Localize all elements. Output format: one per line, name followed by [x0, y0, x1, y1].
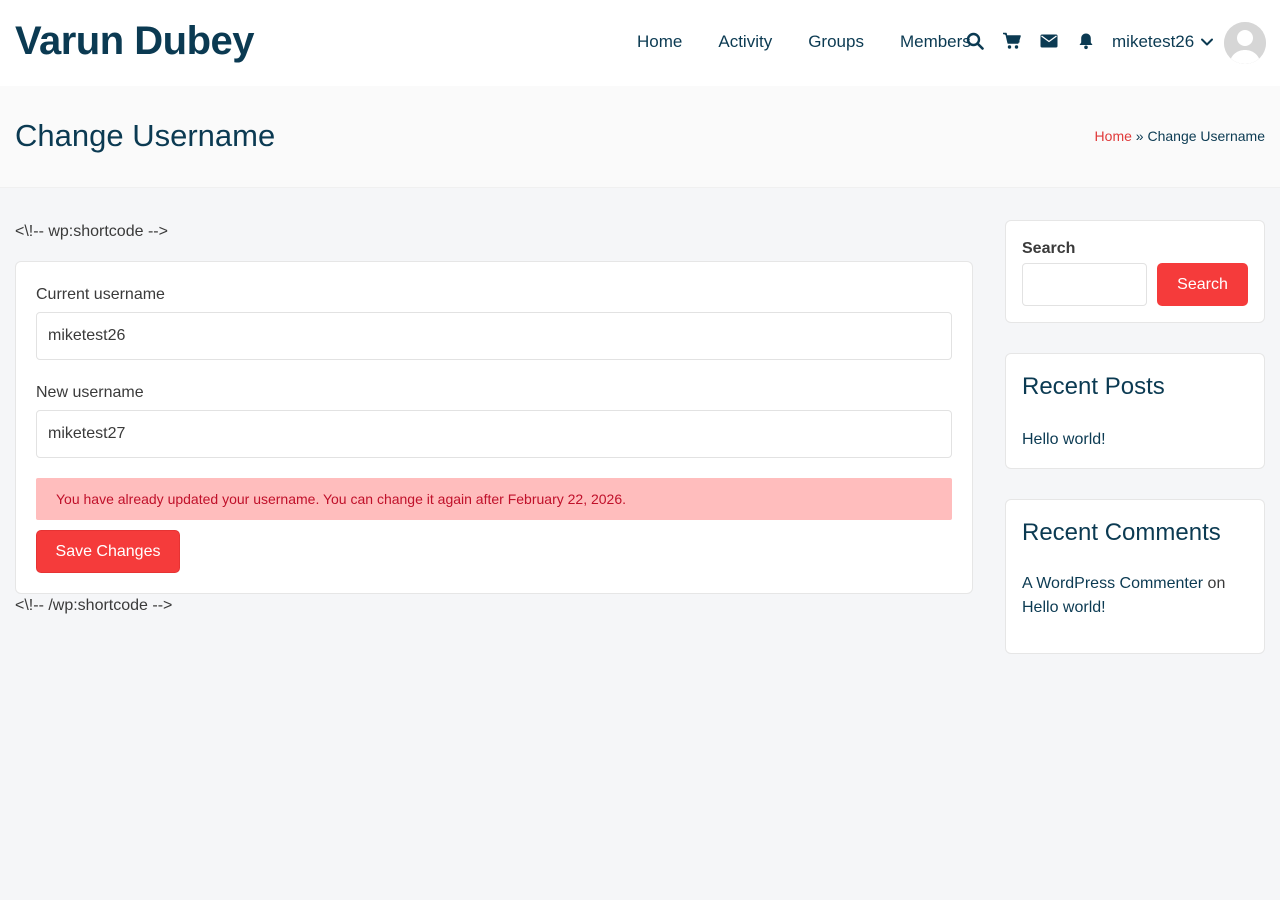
nav-item-members[interactable]: Members	[888, 30, 971, 54]
chevron-down-icon	[1200, 35, 1214, 49]
shortcode-open-text: <\!-- wp:shortcode -->	[15, 223, 168, 240]
breadcrumb-separator: »	[1135, 128, 1144, 144]
comment-author-link[interactable]: A WordPress Commenter	[1022, 575, 1203, 592]
search-input[interactable]	[1022, 263, 1147, 306]
search-widget: Search Search	[1005, 220, 1265, 323]
recent-comments-widget: Recent Comments A WordPress Commenter on…	[1005, 499, 1265, 654]
cart-icon[interactable]	[1002, 30, 1022, 52]
site-header: Varun Dubey Home Activity Groups Members…	[0, 0, 1280, 86]
page-title: Change Username	[15, 118, 276, 153]
new-username-field[interactable]	[36, 410, 952, 458]
save-changes-button[interactable]: Save Changes	[36, 530, 180, 573]
header-icon-bar	[965, 30, 1113, 52]
avatar[interactable]	[1224, 22, 1266, 64]
search-widget-label: Search	[1022, 240, 1076, 257]
main-nav: Home Activity Groups Members	[625, 30, 995, 54]
current-username-field[interactable]	[36, 312, 952, 360]
error-alert: You have already updated your username. …	[36, 478, 952, 520]
breadcrumb-home-link[interactable]: Home	[1095, 128, 1132, 144]
comment-post-link[interactable]: Hello world!	[1022, 599, 1106, 616]
nav-item-groups[interactable]: Groups	[796, 30, 864, 54]
shortcode-close-text: <\!-- /wp:shortcode -->	[15, 597, 173, 614]
recent-comment-item: A WordPress Commenter on Hello world!	[1022, 572, 1252, 620]
bell-icon[interactable]	[1076, 30, 1096, 52]
breadcrumb-current: Change Username	[1147, 128, 1265, 144]
search-button[interactable]: Search	[1157, 263, 1248, 306]
recent-comments-title: Recent Comments	[1022, 519, 1221, 546]
user-menu[interactable]: miketest26	[1112, 30, 1214, 54]
current-username-label: Current username	[36, 286, 165, 303]
user-name: miketest26	[1112, 32, 1195, 51]
new-username-label: New username	[36, 384, 144, 401]
recent-posts-title: Recent Posts	[1022, 373, 1165, 400]
search-icon[interactable]	[965, 30, 985, 52]
mail-icon[interactable]	[1039, 30, 1059, 52]
change-username-form: Current username New username You have a…	[15, 261, 973, 594]
recent-posts-widget: Recent Posts Hello world!	[1005, 353, 1265, 469]
recent-post-link[interactable]: Hello world!	[1022, 428, 1106, 452]
breadcrumb: Home » Change Username	[1095, 127, 1265, 145]
nav-item-home[interactable]: Home	[625, 30, 682, 54]
comment-connector: on	[1207, 575, 1226, 592]
site-title[interactable]: Varun Dubey	[15, 16, 255, 66]
nav-item-activity[interactable]: Activity	[706, 30, 772, 54]
